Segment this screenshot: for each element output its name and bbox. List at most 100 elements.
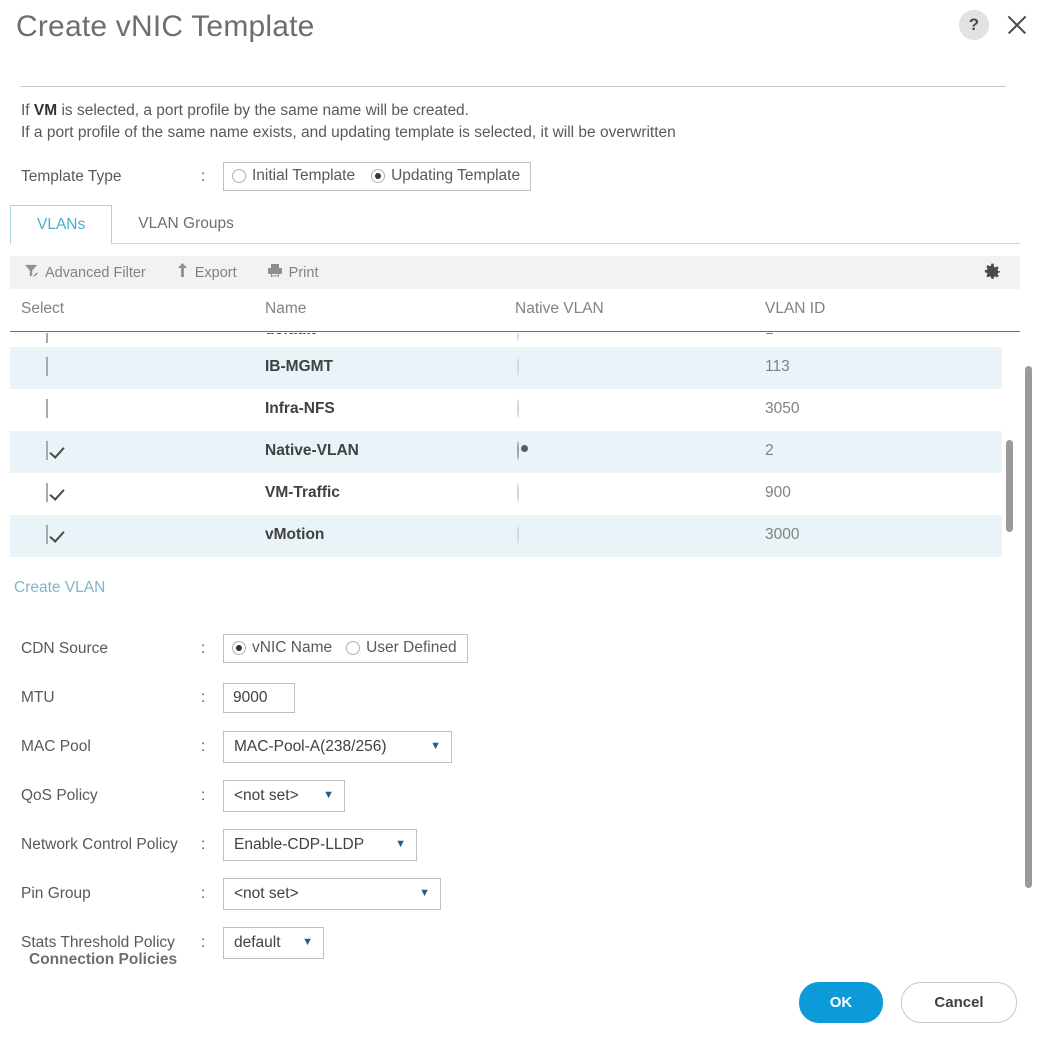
print-button[interactable]: Print [267, 263, 319, 282]
stats-threshold-policy-label: Stats Threshold Policy [21, 933, 175, 951]
row-checkbox[interactable] [46, 399, 48, 418]
help-icon[interactable]: ? [959, 10, 989, 40]
row-native-vlan-cell[interactable] [517, 483, 519, 502]
row-checkbox[interactable] [46, 483, 48, 502]
connection-policies-heading: Connection Policies [29, 951, 178, 968]
table-row[interactable]: vMotion 3000 [10, 515, 1002, 557]
mac-pool-select[interactable]: MAC-Pool-A(238/256) ▼ [223, 730, 452, 763]
dialog-header: Create vNIC Template ? [0, 0, 1051, 72]
print-icon [267, 263, 283, 282]
row-checkbox-cell[interactable] [46, 399, 48, 418]
pin-group-select[interactable]: <not set> ▼ [223, 877, 441, 910]
pin-group-value: <not set> [234, 884, 299, 902]
vnic-form: CDN Source : vNIC Name User Defined MTU … [21, 624, 468, 967]
row-native-vlan-cell[interactable] [517, 525, 519, 544]
form-row-mtu: MTU : 9000 [21, 673, 468, 722]
row-vlan-id: 3050 [765, 400, 800, 417]
row-name: Infra-NFS [265, 400, 335, 417]
radio-label-vnic-name: vNIC Name [252, 639, 333, 656]
radio-icon-updating-template[interactable] [371, 169, 386, 183]
row-native-vlan-cell[interactable] [517, 399, 519, 418]
pin-group-label: Pin Group [21, 884, 91, 902]
vlan-table-body: default 1 IB-MGMT 113 Infra-NFS 3050 Nat… [10, 333, 1020, 572]
row-native-radio[interactable] [517, 357, 519, 376]
cancel-button[interactable]: Cancel [901, 982, 1017, 1023]
qos-policy-colon: : [201, 786, 206, 804]
network-control-policy-colon: : [201, 835, 206, 853]
radio-label-initial-template: Initial Template [252, 167, 356, 184]
qos-policy-label: QoS Policy [21, 786, 98, 804]
row-checkbox-cell[interactable] [46, 525, 48, 544]
radio-option-vnic-name[interactable]: vNIC Name [232, 639, 332, 657]
form-row-network-control-policy: Network Control Policy : Enable-CDP-LLDP… [21, 820, 468, 869]
create-vlan-link[interactable]: Create VLAN [14, 579, 105, 597]
tab-vlans[interactable]: VLANs [10, 205, 113, 244]
tab-bar: VLANs VLAN Groups [10, 205, 1020, 244]
radio-label-user-defined: User Defined [366, 639, 457, 656]
radio-option-updating-template[interactable]: Updating Template [371, 167, 520, 185]
mtu-input[interactable]: 9000 [223, 682, 295, 713]
row-native-vlan-cell[interactable] [517, 333, 519, 341]
mtu-label: MTU [21, 688, 55, 706]
network-control-policy-select[interactable]: Enable-CDP-LLDP ▼ [223, 828, 417, 861]
row-checkbox[interactable] [46, 333, 48, 343]
qos-policy-value: <not set> [234, 786, 299, 804]
column-header-name: Name [265, 300, 307, 317]
row-checkbox[interactable] [46, 525, 48, 544]
ok-button[interactable]: OK [799, 982, 883, 1023]
row-native-radio[interactable] [517, 441, 519, 460]
header-actions: ? [959, 10, 1031, 40]
chevron-down-icon: ▼ [302, 936, 313, 948]
row-checkbox[interactable] [46, 357, 48, 376]
row-checkbox-cell[interactable] [46, 357, 48, 376]
row-checkbox-cell[interactable] [46, 483, 48, 502]
stats-threshold-policy-value: default [234, 933, 281, 951]
table-row[interactable]: VM-Traffic 900 [10, 473, 1002, 515]
description-text: If VM is selected, a port profile by the… [21, 100, 676, 144]
row-checkbox-cell[interactable] [46, 441, 48, 460]
table-row[interactable]: Infra-NFS 3050 [10, 389, 1002, 431]
radio-icon-initial-template[interactable] [232, 169, 246, 183]
description-line-2: If a port profile of the same name exist… [21, 124, 676, 141]
row-name: IB-MGMT [265, 358, 334, 375]
dialog-scrollbar-thumb[interactable] [1025, 366, 1032, 888]
mac-pool-label: MAC Pool [21, 737, 91, 755]
advanced-filter-button[interactable]: Advanced Filter [24, 263, 146, 282]
filter-icon [24, 263, 39, 282]
table-row[interactable]: default 1 [10, 333, 1002, 347]
mac-pool-colon: : [201, 737, 206, 755]
qos-policy-select[interactable]: <not set> ▼ [223, 779, 345, 812]
export-button[interactable]: Export [176, 263, 237, 282]
chevron-down-icon: ▼ [419, 887, 430, 899]
row-native-radio[interactable] [517, 483, 519, 502]
radio-icon-vnic-name[interactable] [232, 641, 246, 655]
row-name: default [265, 333, 316, 339]
table-row[interactable]: Native-VLAN 2 [10, 431, 1002, 473]
row-native-radio[interactable] [517, 333, 519, 341]
tab-vlan-groups[interactable]: VLAN Groups [112, 205, 260, 243]
row-checkbox[interactable] [46, 441, 48, 460]
table-scrollbar-thumb[interactable] [1006, 440, 1013, 532]
pin-group-colon: : [201, 884, 206, 902]
column-header-native-vlan: Native VLAN [515, 300, 604, 317]
row-name: vMotion [265, 526, 325, 543]
row-vlan-id: 113 [765, 358, 790, 375]
close-icon[interactable] [1003, 11, 1031, 39]
row-native-radio[interactable] [517, 525, 519, 544]
table-row[interactable]: IB-MGMT 113 [10, 347, 1002, 389]
table-header: Select Name Native VLAN VLAN ID [10, 297, 1020, 332]
network-control-policy-value: Enable-CDP-LLDP [234, 835, 365, 853]
export-icon [176, 263, 189, 282]
row-native-vlan-cell[interactable] [517, 357, 519, 376]
cdn-source-colon: : [201, 639, 206, 657]
row-native-radio[interactable] [517, 399, 519, 418]
radio-option-initial-template[interactable]: Initial Template [232, 167, 355, 185]
stats-threshold-policy-select[interactable]: default ▼ [223, 926, 324, 959]
print-label: Print [288, 264, 319, 281]
row-native-vlan-cell[interactable] [517, 441, 519, 460]
row-checkbox-cell[interactable] [46, 333, 48, 343]
radio-option-user-defined[interactable]: User Defined [346, 639, 457, 657]
chevron-down-icon: ▼ [430, 740, 441, 752]
gear-icon[interactable] [983, 263, 1002, 282]
radio-icon-user-defined[interactable] [346, 641, 361, 655]
